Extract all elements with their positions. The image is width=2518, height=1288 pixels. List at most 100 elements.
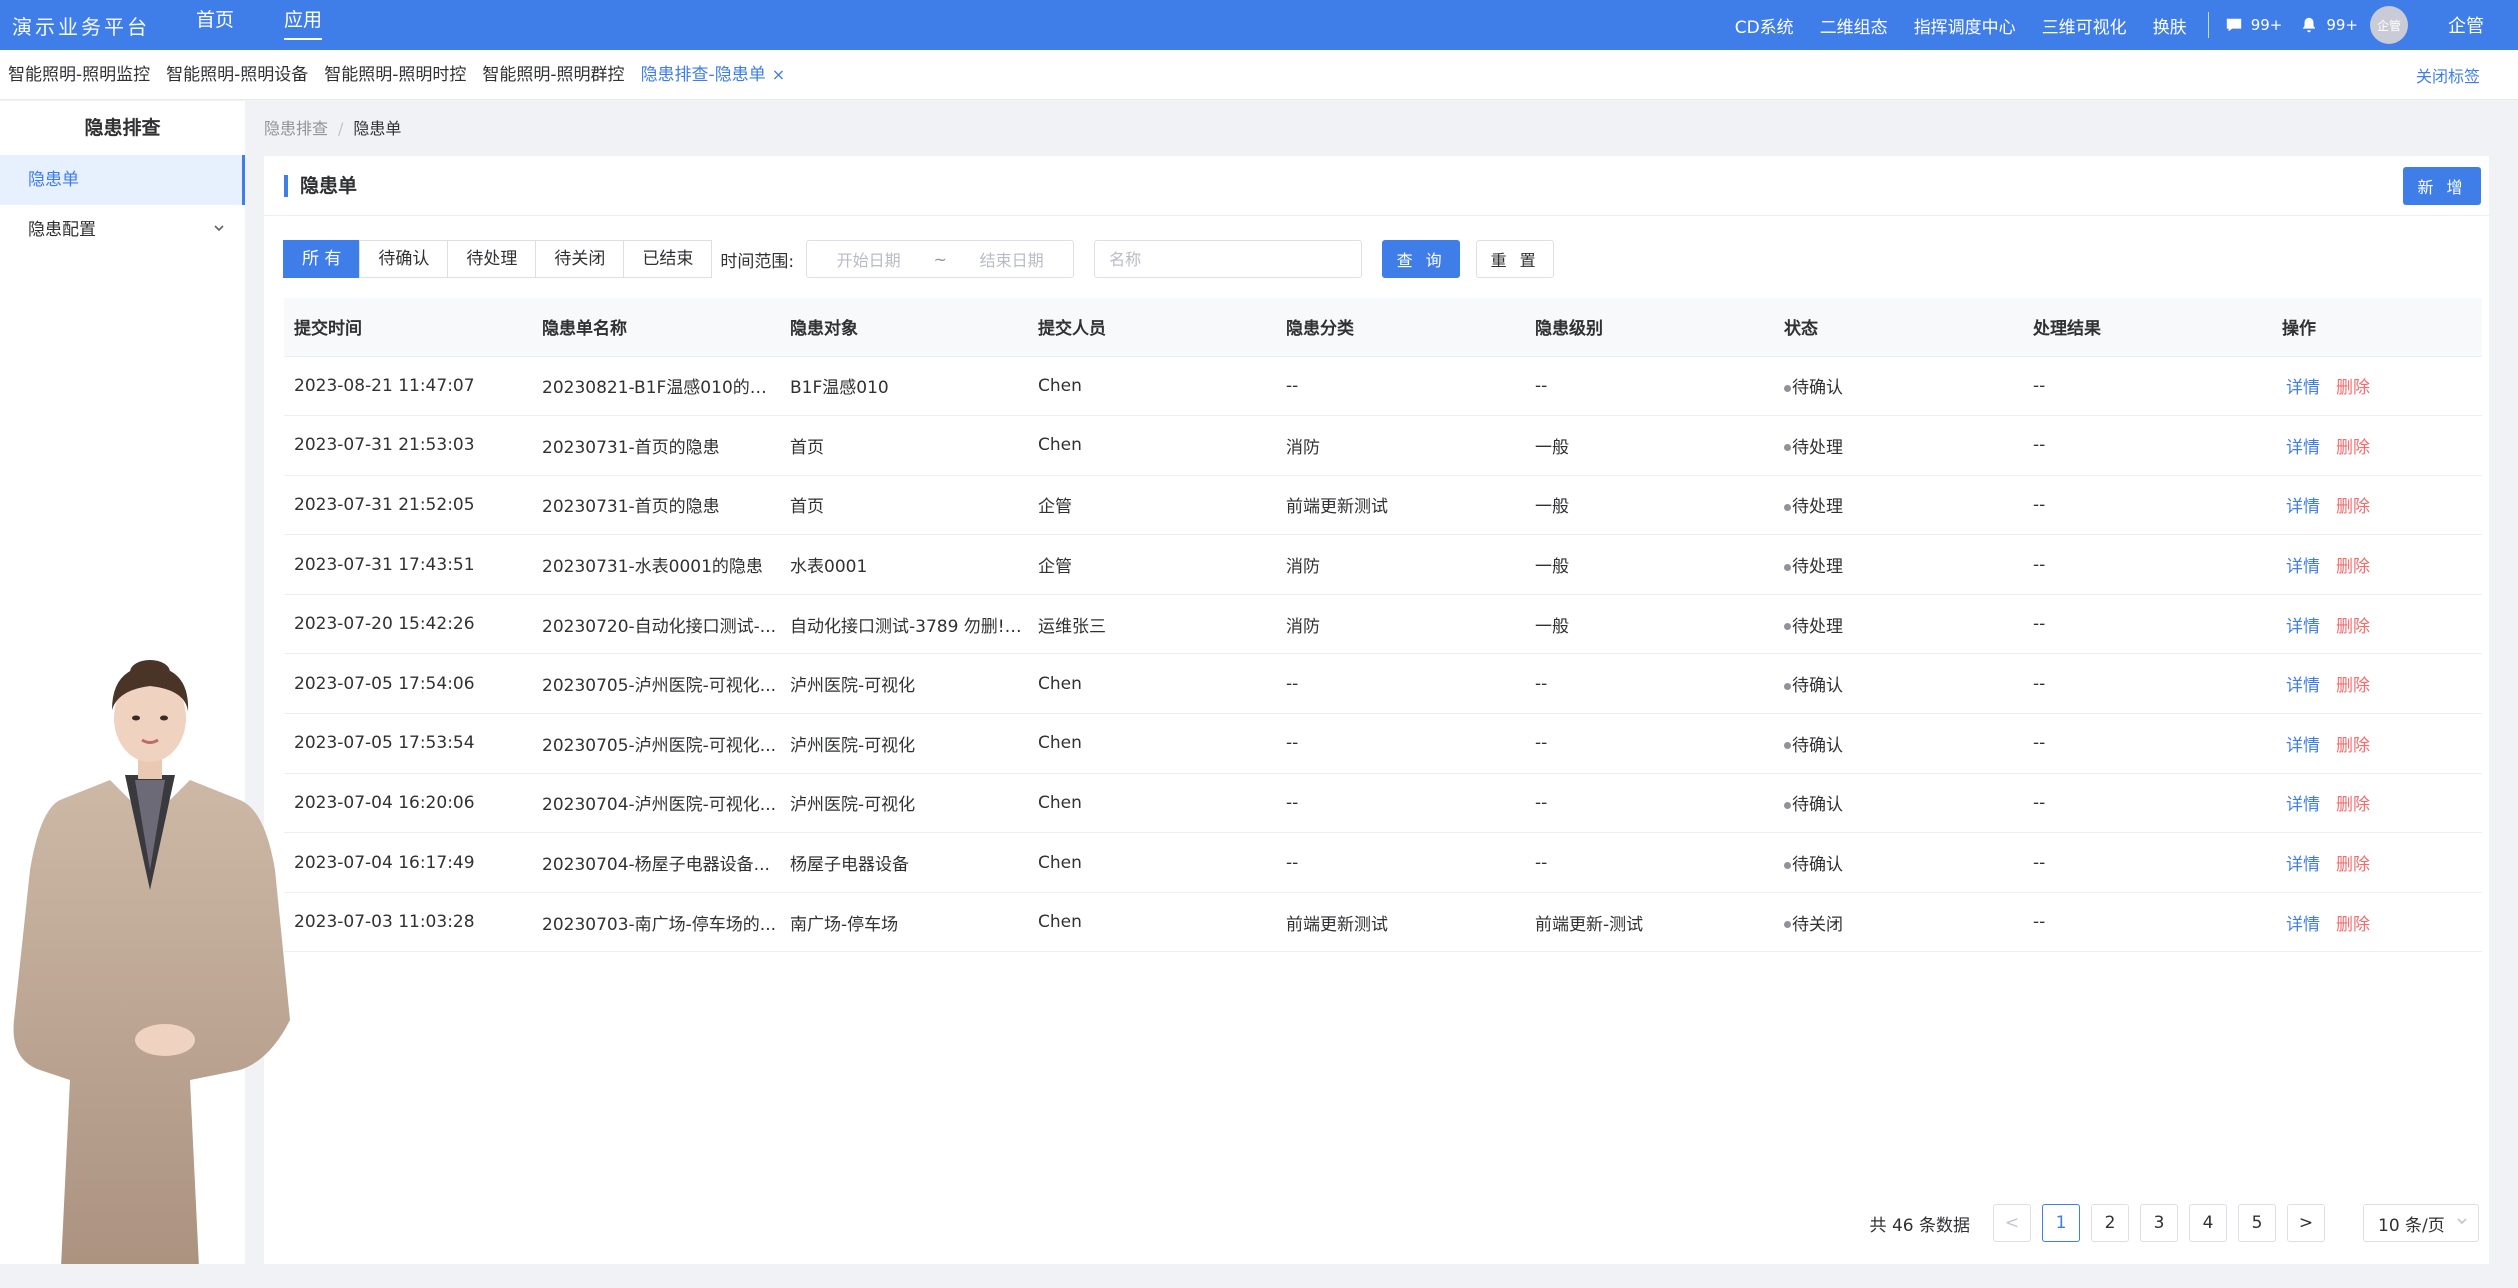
filter-all[interactable]: 所 有 xyxy=(283,240,361,278)
start-date-placeholder[interactable]: 开始日期 xyxy=(807,247,930,271)
delete-link[interactable]: 删除 xyxy=(2336,617,2370,637)
filter-pending-close[interactable]: 待关闭 xyxy=(535,240,625,278)
breadcrumb-parent[interactable]: 隐患排查 xyxy=(264,119,328,138)
user-name[interactable]: 企管 xyxy=(2448,12,2484,38)
detail-link[interactable]: 详情 xyxy=(2286,915,2320,935)
page-3[interactable]: 3 xyxy=(2140,1204,2178,1242)
breadcrumb-current: 隐患单 xyxy=(353,119,402,138)
cell-status: 待确认 xyxy=(1774,653,2023,715)
add-button[interactable]: 新 增 xyxy=(2403,166,2481,205)
delete-link[interactable]: 删除 xyxy=(2336,676,2370,696)
page-5[interactable]: 5 xyxy=(2238,1204,2276,1242)
cell-name: 20230821-B1F温感010的隐患 xyxy=(532,356,780,417)
delete-link[interactable]: 删除 xyxy=(2336,378,2370,398)
table-header-row: 提交时间 隐患单名称 隐患对象 提交人员 隐患分类 隐患级别 状态 处理结果 操… xyxy=(284,298,2482,357)
sidebar-item-hazard-config[interactable]: 隐患配置 xyxy=(0,205,245,255)
cell-status: 待处理 xyxy=(1774,475,2023,536)
page-4[interactable]: 4 xyxy=(2189,1204,2227,1242)
close-tags-button[interactable]: 关闭标签 xyxy=(2416,63,2480,87)
cell-actions: 详情 删除 xyxy=(2272,415,2482,476)
presenter-figure xyxy=(13,660,290,1288)
name-search-input[interactable] xyxy=(1094,240,1363,278)
cell-result: -- xyxy=(2023,773,2272,834)
cell-target: 南广场-停车场 xyxy=(780,892,1028,953)
col-submitter: 提交人员 xyxy=(1028,298,1276,357)
status-badge: 待处理 xyxy=(1792,557,1843,578)
filter-pending-process[interactable]: 待处理 xyxy=(447,240,537,278)
nav-apps[interactable]: 应用 xyxy=(272,0,360,50)
detail-link[interactable]: 详情 xyxy=(2286,557,2320,577)
cell-actions: 详情 删除 xyxy=(2272,356,2482,417)
detail-link[interactable]: 详情 xyxy=(2286,378,2320,398)
cell-actions: 详情 删除 xyxy=(2272,892,2482,953)
table-row: 2023-07-04 16:20:06 20230704-泸州医院-可视化... 泸… xyxy=(284,773,2482,834)
detail-link[interactable]: 详情 xyxy=(2286,676,2320,696)
delete-link[interactable]: 删除 xyxy=(2336,915,2370,935)
detail-link[interactable]: 详情 xyxy=(2286,497,2320,517)
cell-result: -- xyxy=(2023,832,2272,893)
delete-link[interactable]: 删除 xyxy=(2336,557,2370,577)
prev-page-button[interactable]: < xyxy=(1993,1204,2031,1242)
cell-result: -- xyxy=(2023,475,2272,536)
detail-link[interactable]: 详情 xyxy=(2286,438,2320,458)
query-button[interactable]: 查 询 xyxy=(1382,240,1461,278)
total-count: 共 46 条数据 xyxy=(1869,1215,1970,1236)
cell-name: 20230705-泸州医院-可视化... xyxy=(532,653,780,715)
page-size-select[interactable]: 10 条/页 xyxy=(2363,1204,2479,1242)
tab-lighting-devices[interactable]: 智能照明-照明设备 xyxy=(158,50,316,100)
delete-link[interactable]: 删除 xyxy=(2336,855,2370,875)
delete-link[interactable]: 删除 xyxy=(2336,438,2370,458)
page-1[interactable]: 1 xyxy=(2042,1204,2080,1242)
sidebar-item-hazard-list[interactable]: 隐患单 xyxy=(0,155,245,205)
reset-button[interactable]: 重 置 xyxy=(1476,240,1555,278)
end-date-placeholder[interactable]: 结束日期 xyxy=(950,247,1073,271)
link-cd-system[interactable]: CD系统 xyxy=(1735,13,1794,38)
cell-submitter: Chen xyxy=(1028,892,1276,953)
tab-hazard-list[interactable]: 隐患排查-隐患单 × xyxy=(633,50,794,100)
delete-link[interactable]: 删除 xyxy=(2336,497,2370,517)
tab-lighting-group[interactable]: 智能照明-照明群控 xyxy=(474,50,632,100)
delete-link[interactable]: 删除 xyxy=(2336,795,2370,815)
detail-link[interactable]: 详情 xyxy=(2286,617,2320,637)
detail-link[interactable]: 详情 xyxy=(2286,795,2320,815)
avatar[interactable]: 企管 xyxy=(2370,6,2408,44)
nav-home[interactable]: 首页 xyxy=(184,0,272,50)
tab-lighting-timer[interactable]: 智能照明-照明时控 xyxy=(316,50,474,100)
cell-category: 消防 xyxy=(1276,415,1525,476)
filter-pending-confirm[interactable]: 待确认 xyxy=(359,240,449,278)
tab-lighting-monitor[interactable]: 智能照明-照明监控 xyxy=(0,50,158,100)
status-dot xyxy=(1784,384,1791,392)
chevron-down-icon xyxy=(213,205,225,255)
detail-link[interactable]: 详情 xyxy=(2286,736,2320,756)
link-3d-visual[interactable]: 三维可视化 xyxy=(2042,13,2127,38)
cell-submitter: Chen xyxy=(1028,713,1276,774)
cell-level: -- xyxy=(1525,773,1774,834)
cell-submitter: Chen xyxy=(1028,356,1276,417)
cell-name: 20230703-南广场-停车场的... xyxy=(532,892,780,953)
cell-status: 待确认 xyxy=(1774,713,2023,774)
detail-link[interactable]: 详情 xyxy=(2286,855,2320,875)
bell-icon[interactable] xyxy=(2300,16,2318,34)
table-row: 2023-07-31 17:43:51 20230731-水表0001的隐患 水表0… xyxy=(284,534,2482,595)
cell-category: 前端更新测试 xyxy=(1276,475,1525,536)
close-icon[interactable]: × xyxy=(772,65,785,84)
link-theme[interactable]: 换肤 xyxy=(2153,13,2187,38)
col-hazard-target: 隐患对象 xyxy=(780,298,1028,357)
message-icon[interactable] xyxy=(2225,16,2243,34)
cell-level: 一般 xyxy=(1525,534,1774,595)
cell-time: 2023-07-31 21:53:03 xyxy=(284,415,532,476)
delete-link[interactable]: 删除 xyxy=(2336,736,2370,756)
cell-target: 泸州医院-可视化 xyxy=(780,653,1028,715)
link-command-center[interactable]: 指挥调度中心 xyxy=(1914,13,2016,38)
cell-name: 20230705-泸州医院-可视化... xyxy=(532,713,780,774)
filter-finished[interactable]: 已结束 xyxy=(623,240,713,278)
date-range-picker[interactable]: 开始日期 ~ 结束日期 xyxy=(806,240,1075,278)
cell-target: 自动化接口测试-3789 勿删!!!!! xyxy=(780,594,1028,655)
link-2d-config[interactable]: 二维组态 xyxy=(1820,13,1888,38)
page-2[interactable]: 2 xyxy=(2091,1204,2129,1242)
brand-logo[interactable]: 演示业务平台 xyxy=(12,11,172,40)
chevron-down-icon xyxy=(2456,1215,2468,1231)
next-page-button[interactable]: > xyxy=(2287,1204,2325,1242)
time-range-label: 时间范围: xyxy=(720,251,795,272)
cell-category: -- xyxy=(1276,653,1525,715)
